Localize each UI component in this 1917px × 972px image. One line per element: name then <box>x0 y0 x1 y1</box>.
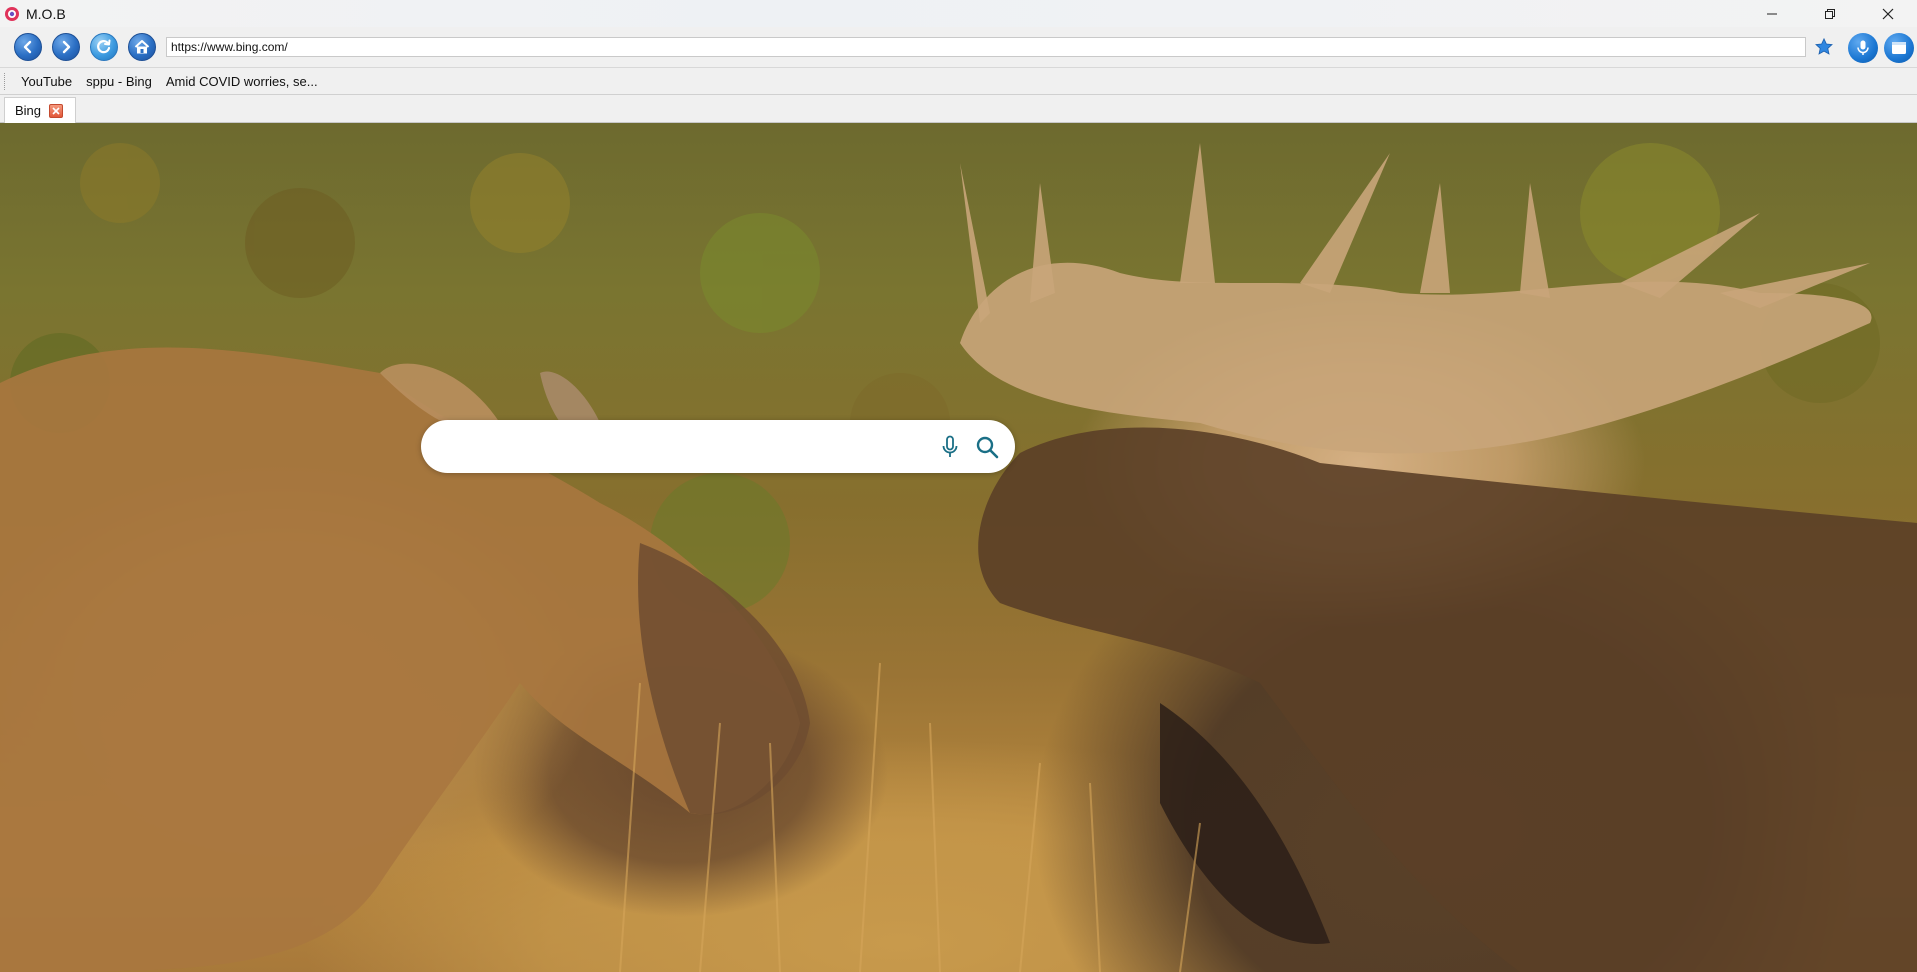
close-window-button[interactable] <box>1859 0 1917 27</box>
bookmarks-grip <box>4 72 6 90</box>
tab-close-button[interactable] <box>49 103 64 118</box>
tab-bing[interactable]: Bing <box>4 97 76 123</box>
back-button[interactable] <box>14 33 42 61</box>
search-submit-button[interactable] <box>973 433 1001 461</box>
window-icon <box>1892 42 1906 54</box>
extension-button[interactable] <box>1884 33 1914 63</box>
search-voice-button[interactable] <box>937 433 963 461</box>
search-icon <box>976 436 999 459</box>
refresh-icon <box>97 39 111 54</box>
minimize-icon <box>1767 13 1777 14</box>
restore-icon <box>1825 8 1835 19</box>
app-logo-icon <box>4 6 20 22</box>
bing-search-box[interactable] <box>421 420 1015 473</box>
window-titlebar: M.O.B <box>0 0 1917 27</box>
close-icon <box>52 106 60 115</box>
restore-button[interactable] <box>1801 0 1859 27</box>
forward-arrow-icon <box>62 40 71 54</box>
background-image <box>0 143 1917 972</box>
web-content <box>0 123 1917 972</box>
tab-bar: Bing <box>0 95 1917 123</box>
bookmark-youtube[interactable]: YouTube <box>14 74 79 89</box>
microphone-icon <box>942 435 958 457</box>
home-icon <box>134 40 150 54</box>
navigation-toolbar <box>0 27 1917 68</box>
window-controls <box>1743 0 1917 27</box>
microphone-icon <box>1857 40 1869 55</box>
star-icon <box>1815 37 1833 55</box>
address-bar[interactable] <box>166 37 1806 57</box>
home-button[interactable] <box>128 33 156 61</box>
refresh-button[interactable] <box>90 33 118 61</box>
tab-label: Bing <box>15 103 42 118</box>
bookmark-star-button[interactable] <box>1812 35 1836 59</box>
forward-button[interactable] <box>52 33 80 61</box>
search-input[interactable] <box>443 434 923 458</box>
bookmark-covid-news[interactable]: Amid COVID worries, se... <box>159 74 325 89</box>
back-arrow-icon <box>23 40 32 54</box>
url-input[interactable] <box>171 40 1801 54</box>
window-title: M.O.B <box>26 5 66 22</box>
minimize-button[interactable] <box>1743 0 1801 27</box>
bookmark-sppu-bing[interactable]: sppu - Bing <box>79 74 159 89</box>
bookmarks-bar: YouTube sppu - Bing Amid COVID worries, … <box>0 68 1917 95</box>
voice-search-button[interactable] <box>1848 33 1878 63</box>
close-icon <box>1882 8 1894 19</box>
